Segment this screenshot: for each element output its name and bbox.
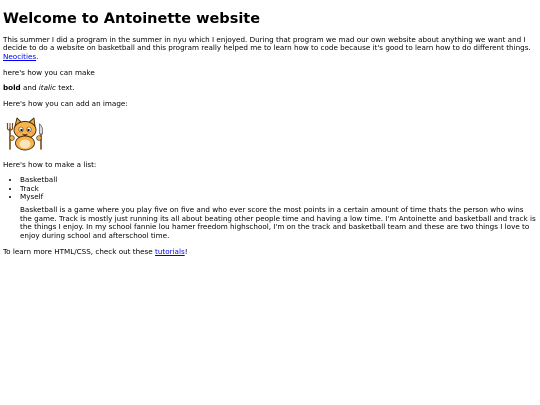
- format-end: text.: [55, 83, 75, 93]
- list-item: Track: [20, 184, 537, 194]
- footer-end: !: [184, 246, 188, 256]
- list-item: Myself: [20, 193, 537, 202]
- about-paragraph: Basketball is a game where you play five…: [20, 205, 536, 240]
- format-example: bold and italic text.: [3, 83, 537, 93]
- page: Welcome to Antoinette website This summe…: [0, 0, 540, 256]
- intro-period: .: [36, 51, 39, 61]
- footer-lead: To learn more HTML/CSS, check out these: [3, 246, 156, 256]
- bold-text: bold: [3, 83, 21, 93]
- page-title: Welcome to Antoinette website: [3, 11, 261, 27]
- format-and: and: [20, 83, 39, 93]
- italic-text: italic: [38, 83, 56, 93]
- list-item: Basketball: [20, 176, 537, 185]
- list-intro: Here's how to make a list:: [3, 159, 97, 169]
- intro-text: This summer I did a program in the summe…: [3, 34, 531, 53]
- neocities-link[interactable]: Neocities: [3, 52, 36, 61]
- example-list: Basketball Track Myself: [3, 176, 537, 202]
- neocities-cat-mascot-icon: [6, 117, 44, 150]
- footer-text: To learn more HTML/CSS, check out these …: [3, 246, 537, 257]
- intro-paragraph: This summer I did a program in the summe…: [3, 34, 537, 62]
- image-intro: Here's how you can add an image:: [3, 98, 128, 108]
- tutorials-link[interactable]: tutorials: [155, 247, 185, 256]
- make-text: here's how you can make: [3, 67, 95, 77]
